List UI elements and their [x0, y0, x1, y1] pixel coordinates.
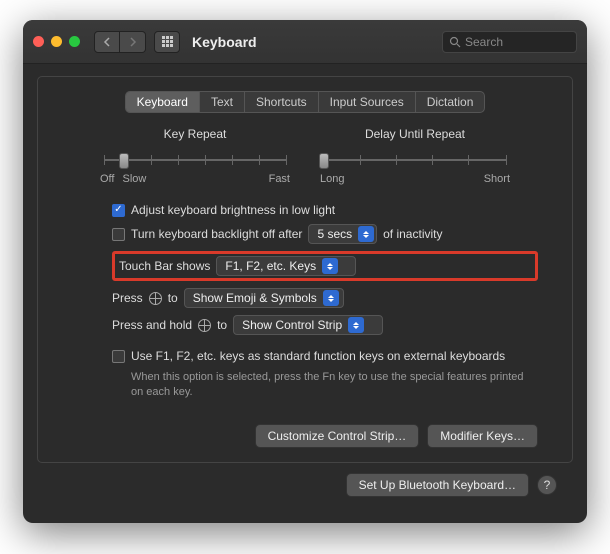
fkeys-checkbox[interactable] [112, 350, 125, 363]
sliders-row: Key Repeat OffSlow Fast De [52, 127, 558, 185]
nav-buttons [94, 31, 146, 53]
footer: Set Up Bluetooth Keyboard… ? [37, 463, 573, 511]
window-controls [33, 36, 80, 47]
search-placeholder: Search [465, 35, 503, 49]
delay-repeat-slider[interactable] [320, 151, 510, 169]
back-button[interactable] [94, 31, 120, 53]
search-icon [449, 36, 461, 48]
slider-slow-label: Slow [122, 173, 146, 185]
press-popup[interactable]: Show Emoji & Symbols [184, 288, 344, 308]
fkeys-label: Use F1, F2, etc. keys as standard functi… [131, 349, 505, 363]
options-rows: Adjust keyboard brightness in low light … [52, 203, 558, 448]
slider-long-label: Long [320, 173, 344, 185]
chevron-updown-icon [348, 317, 364, 333]
adjust-brightness-label: Adjust keyboard brightness in low light [131, 203, 335, 217]
backlight-off-row: Turn keyboard backlight off after 5 secs… [112, 224, 538, 244]
tab-keyboard[interactable]: Keyboard [126, 92, 200, 112]
forward-button[interactable] [120, 31, 146, 53]
touchbar-row-highlighted: Touch Bar shows F1, F2, etc. Keys [112, 251, 538, 281]
backlight-off-suffix: of inactivity [383, 227, 442, 241]
press-label: Press [112, 291, 143, 305]
globe-icon [149, 292, 162, 305]
panel-buttons: Customize Control Strip… Modifier Keys… [112, 424, 538, 448]
chevron-updown-icon [323, 290, 339, 306]
help-button[interactable]: ? [537, 475, 557, 495]
panel: Keyboard Text Shortcuts Input Sources Di… [37, 76, 573, 463]
presshold-value: Show Control Strip [242, 318, 342, 332]
tab-input-sources[interactable]: Input Sources [319, 92, 416, 112]
fkeys-row: Use F1, F2, etc. keys as standard functi… [112, 349, 538, 363]
tab-dictation[interactable]: Dictation [416, 92, 485, 112]
touchbar-popup[interactable]: F1, F2, etc. Keys [216, 256, 356, 276]
content: Keyboard Text Shortcuts Input Sources Di… [23, 64, 587, 523]
press-row: Press to Show Emoji & Symbols [112, 288, 538, 308]
titlebar: Keyboard Search [23, 20, 587, 64]
search-input[interactable]: Search [442, 31, 577, 53]
slider-fast-label: Fast [269, 173, 290, 185]
fkeys-subtext: When this option is selected, press the … [131, 370, 538, 400]
delay-repeat-label: Delay Until Repeat [320, 127, 510, 141]
slider-off-label: Off [100, 173, 114, 185]
key-repeat-label: Key Repeat [100, 127, 290, 141]
tab-bar: Keyboard Text Shortcuts Input Sources Di… [52, 91, 558, 113]
grid-icon [162, 36, 173, 47]
touchbar-label: Touch Bar shows [119, 259, 210, 273]
tabs: Keyboard Text Shortcuts Input Sources Di… [125, 91, 486, 113]
press-value: Show Emoji & Symbols [193, 291, 317, 305]
customize-button[interactable]: Customize Control Strip… [255, 424, 420, 448]
delay-repeat-group: Delay Until Repeat Long Short [320, 127, 510, 185]
bluetooth-keyboard-button[interactable]: Set Up Bluetooth Keyboard… [346, 473, 529, 497]
chevron-updown-icon [358, 226, 374, 242]
window-title: Keyboard [192, 34, 257, 50]
presshold-to-label: to [217, 318, 227, 332]
preferences-window: Keyboard Search Keyboard Text Shortcuts … [23, 20, 587, 523]
key-repeat-slider[interactable] [100, 151, 290, 169]
adjust-brightness-checkbox[interactable] [112, 204, 125, 217]
adjust-brightness-row: Adjust keyboard brightness in low light [112, 203, 538, 217]
key-repeat-group: Key Repeat Off Slow Fast [100, 127, 290, 185]
backlight-off-popup[interactable]: 5 secs [308, 224, 377, 244]
minimize-icon[interactable] [51, 36, 62, 47]
touchbar-value: F1, F2, etc. Keys [225, 259, 316, 273]
tab-text[interactable]: Text [200, 92, 245, 112]
backlight-off-prefix: Turn keyboard backlight off after [131, 227, 302, 241]
backlight-off-checkbox[interactable] [112, 228, 125, 241]
chevron-updown-icon [322, 258, 338, 274]
show-all-button[interactable] [154, 31, 180, 53]
modifier-keys-button[interactable]: Modifier Keys… [427, 424, 538, 448]
backlight-off-value: 5 secs [317, 227, 352, 241]
presshold-popup[interactable]: Show Control Strip [233, 315, 383, 335]
globe-icon [198, 319, 211, 332]
tab-shortcuts[interactable]: Shortcuts [245, 92, 319, 112]
presshold-label: Press and hold [112, 318, 192, 332]
press-to-label: to [168, 291, 178, 305]
zoom-icon[interactable] [69, 36, 80, 47]
slider-short-label: Short [484, 173, 510, 185]
presshold-row: Press and hold to Show Control Strip [112, 315, 538, 335]
close-icon[interactable] [33, 36, 44, 47]
